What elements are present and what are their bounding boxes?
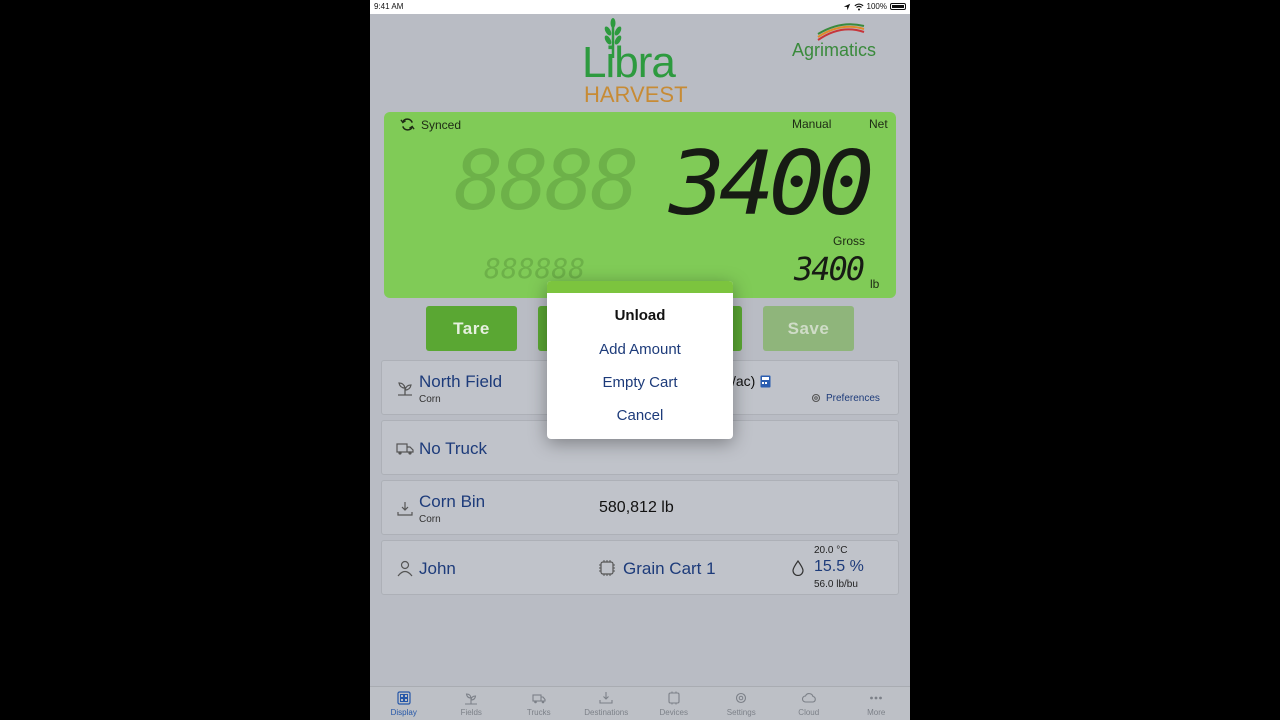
mode-label: Manual	[792, 117, 832, 131]
destination-icon	[397, 502, 413, 516]
display-icon	[397, 691, 411, 705]
tab-label: Fields	[460, 708, 482, 717]
tab-label: Trucks	[526, 708, 551, 717]
tab-label: Devices	[659, 708, 688, 717]
tab-cloud[interactable]: Cloud	[775, 687, 843, 720]
destinations-icon	[599, 692, 613, 704]
test-weight: 56.0 lb/bu	[814, 579, 858, 590]
field-crop: Corn	[419, 394, 441, 405]
status-bar: 9:41 AM 100%	[370, 0, 910, 14]
status-right: 100%	[843, 2, 906, 11]
sync-label: Synced	[421, 117, 462, 132]
libra-harvest-logo: Libra HARVEST	[582, 18, 702, 107]
tab-devices[interactable]: Devices	[640, 687, 708, 720]
tab-label: Destinations	[584, 708, 629, 717]
fields-icon	[465, 693, 478, 705]
destination-card[interactable]: Corn Bin Corn 580,812 lb	[381, 480, 899, 535]
tab-bar: Display Fields Trucks Destinations Devices Se…	[370, 686, 910, 720]
sync-status[interactable]: Synced	[400, 117, 461, 132]
lcd-ghost-segments: 8888	[454, 134, 639, 229]
dialog-title: Unload	[614, 307, 666, 324]
person-icon	[397, 560, 413, 577]
more-icon	[870, 696, 883, 700]
destination-amount: 580,812 lb	[599, 499, 674, 516]
tab-trucks[interactable]: Trucks	[505, 687, 573, 720]
gear-icon	[736, 692, 747, 704]
app-screen: 9:41 AM 100% Libra HARVEST Agrimatics Sy…	[370, 0, 910, 720]
truck-icon	[532, 694, 546, 704]
gross-label: Gross	[833, 234, 866, 248]
operator-name: John	[419, 559, 456, 578]
agrimatics-text: Agrimatics	[792, 40, 877, 60]
gross-weight: 3400	[794, 250, 865, 288]
preferences-link[interactable]: Preferences	[810, 392, 880, 404]
gear-icon	[811, 393, 821, 403]
weight-unit: lb	[870, 277, 880, 291]
devices-icon	[668, 691, 680, 705]
destination-name: Corn Bin	[419, 492, 486, 511]
moisture: 15.5 %	[814, 558, 864, 575]
add-amount-option[interactable]: Add Amount	[547, 341, 733, 358]
dialog-accent-bar	[547, 281, 733, 293]
moisture-drop-icon	[792, 560, 804, 576]
operator-card[interactable]: John Grain Cart 1 20.0 °C 15.5 % 56.0 lb…	[381, 540, 899, 595]
truck-icon	[396, 443, 414, 455]
scale-display: Synced Manual Net 8888 3400 Gross 888888…	[384, 112, 896, 298]
location-icon	[843, 3, 850, 10]
cloud-icon	[801, 693, 816, 703]
net-label: Net	[869, 117, 888, 131]
net-weight: 3400	[669, 132, 875, 235]
chip-icon	[599, 560, 615, 576]
empty-cart-option[interactable]: Empty Cart	[547, 374, 733, 391]
plant-icon	[398, 382, 412, 396]
destination-crop: Corn	[419, 514, 441, 525]
tab-label: Cloud	[798, 708, 820, 717]
temperature: 20.0 °C	[814, 545, 848, 556]
tab-fields[interactable]: Fields	[438, 687, 506, 720]
tab-settings[interactable]: Settings	[708, 687, 776, 720]
status-time: 9:41 AM	[374, 2, 404, 11]
battery-percent: 100%	[866, 2, 887, 11]
tab-more[interactable]: More	[843, 687, 911, 720]
wifi-icon	[854, 3, 864, 10]
truck-name: No Truck	[419, 439, 488, 458]
field-name: North Field	[419, 372, 503, 391]
logo-libra-text: Libra	[582, 38, 676, 87]
battery-icon	[890, 3, 906, 10]
preferences-label: Preferences	[826, 392, 880, 404]
calculator-icon[interactable]	[760, 375, 771, 388]
save-button[interactable]: Save	[763, 306, 854, 351]
field-rate: /ac)	[732, 373, 756, 389]
logo-harvest-text: HARVEST	[584, 82, 688, 107]
agrimatics-logo: Agrimatics	[790, 22, 890, 62]
sync-icon	[400, 118, 415, 131]
device-name: Grain Cart 1	[623, 559, 716, 578]
tab-destinations[interactable]: Destinations	[573, 687, 641, 720]
tab-label: More	[867, 708, 886, 717]
agrimatics-swoosh-icon	[817, 23, 865, 41]
cancel-option[interactable]: Cancel	[547, 407, 733, 424]
tare-button[interactable]: Tare	[426, 306, 517, 351]
unload-dialog: Unload Add Amount Empty Cart Cancel	[547, 281, 733, 439]
tab-label: Settings	[726, 708, 756, 717]
tab-label: Display	[390, 708, 417, 717]
tab-display[interactable]: Display	[370, 687, 438, 720]
